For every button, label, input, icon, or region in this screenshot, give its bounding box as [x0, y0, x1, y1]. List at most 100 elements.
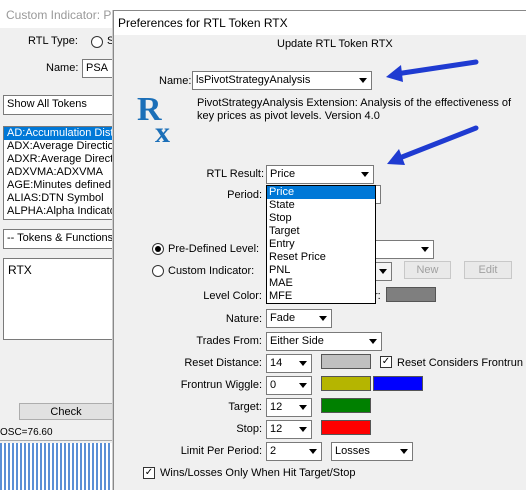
stop-color-swatch[interactable]	[321, 420, 371, 435]
chevron-down-icon	[305, 443, 321, 460]
rx-logo-x: x	[155, 116, 170, 149]
rtl-result-value: Price	[270, 168, 296, 180]
predefined-level-radio[interactable]	[152, 243, 164, 255]
trades-from-value: Either Side	[270, 335, 324, 347]
limit-type-select[interactable]: Losses	[331, 442, 413, 461]
list-item[interactable]: ADXVMA:ADXVMA	[4, 166, 112, 179]
target-value: 12	[270, 401, 283, 413]
level-color-label: Level Color:	[203, 290, 262, 302]
chevron-down-icon	[355, 72, 371, 89]
dialog-title: Preferences for RTL Token RTX	[114, 11, 526, 35]
reset-considers-label: Reset Considers Frontrun	[397, 357, 523, 369]
target-label: Target:	[228, 401, 262, 413]
dropdown-option[interactable]: Target	[267, 225, 375, 238]
reset-distance-color-swatch[interactable]	[321, 354, 371, 369]
chevron-down-icon	[375, 263, 391, 280]
chevron-down-icon	[295, 355, 311, 372]
frontrun-color-swatch-2[interactable]	[373, 376, 423, 391]
dropdown-option[interactable]: MFE	[267, 290, 375, 303]
name-label: Name:	[159, 75, 192, 87]
background-name-label: Name:	[46, 62, 79, 74]
edit-button[interactable]: Edit	[464, 261, 512, 279]
background-name-input[interactable]: PSA	[82, 59, 113, 78]
expression-text: RTX	[8, 263, 32, 277]
wins-losses-checkbox[interactable]: ✓	[143, 467, 155, 479]
tokens-functions-value: -- Tokens & Functions	[7, 232, 113, 244]
arrow-pointer-icon	[386, 59, 479, 82]
expression-editor[interactable]: RTX	[3, 258, 113, 340]
rtl-type-label: RTL Type:	[28, 35, 78, 47]
dropdown-option[interactable]: Entry	[267, 238, 375, 251]
frontrun-wiggle-value: 0	[270, 379, 277, 391]
list-item[interactable]: ALIAS:DTN Symbol	[4, 192, 112, 205]
rx-logo: R x	[136, 90, 184, 150]
dialog-header: Update RTL Token RTX	[277, 38, 393, 50]
nature-value: Fade	[270, 312, 296, 324]
list-item[interactable]: AGE:Minutes defined	[4, 179, 112, 192]
dropdown-option[interactable]: Stop	[267, 212, 375, 225]
list-item[interactable]: ALPHA:Alpha Indicator	[4, 205, 112, 218]
dropdown-option[interactable]: MAE	[267, 277, 375, 290]
chevron-down-icon	[295, 377, 311, 394]
list-item[interactable]: AD:Accumulation Distr	[4, 127, 112, 140]
rtl-result-dropdown[interactable]: Price State Stop Target Entry Reset Pric…	[266, 185, 376, 304]
wins-losses-label: Wins/Losses Only When Hit Target/Stop	[160, 467, 356, 479]
predefined-level-label: Pre-Defined Level:	[168, 243, 260, 255]
limit-per-period-label: Limit Per Period:	[180, 445, 262, 457]
custom-indicator-label: Custom Indicator:	[168, 265, 255, 277]
rtl-result-label: RTL Result:	[206, 168, 264, 180]
limit-per-period-value: 2	[270, 445, 277, 457]
limit-per-period-select[interactable]: 2	[266, 442, 322, 461]
chevron-down-icon	[396, 443, 412, 460]
tokens-functions-select[interactable]: -- Tokens & Functions	[3, 229, 113, 249]
chevron-down-icon	[315, 310, 331, 327]
rtl-result-select[interactable]: Price	[266, 165, 374, 184]
reset-considers-checkbox[interactable]: ✓	[380, 356, 392, 368]
chevron-down-icon	[295, 399, 311, 416]
name-select[interactable]: lsPivotStrategyAnalysis	[192, 71, 372, 90]
list-item[interactable]: ADX:Average Direction	[4, 140, 112, 153]
extension-description: PivotStrategyAnalysis Extension: Analysi…	[197, 97, 512, 122]
new-button[interactable]: New	[404, 261, 451, 279]
target-select[interactable]: 12	[266, 398, 312, 417]
chevron-down-icon	[357, 166, 373, 183]
chevron-down-icon	[295, 421, 311, 438]
dropdown-option[interactable]: Reset Price	[267, 251, 375, 264]
chart-strip	[0, 443, 113, 490]
divider	[0, 440, 113, 441]
frontrun-wiggle-label: Frontrun Wiggle:	[180, 379, 262, 391]
status-value: OSC=76.60	[0, 427, 53, 438]
reset-distance-select[interactable]: 14	[266, 354, 312, 373]
nature-select[interactable]: Fade	[266, 309, 332, 328]
trades-from-label: Trades From:	[196, 335, 262, 347]
frontrun-wiggle-select[interactable]: 0	[266, 376, 312, 395]
nature-label: Nature:	[225, 313, 262, 325]
level-color-swatch[interactable]	[386, 287, 436, 302]
check-button[interactable]: Check	[19, 403, 113, 420]
period-label: Period:	[227, 189, 262, 201]
arrow-pointer-icon	[387, 125, 479, 165]
frontrun-color-swatch-1[interactable]	[321, 376, 371, 391]
dropdown-option[interactable]: Price	[267, 186, 375, 199]
token-filter-select[interactable]: Show All Tokens	[3, 95, 113, 115]
chevron-down-icon	[365, 333, 381, 350]
token-list[interactable]: AD:Accumulation Distr ADX:Average Direct…	[3, 126, 113, 220]
custom-indicator-radio[interactable]	[152, 265, 164, 277]
list-item[interactable]: ADXR:Average Directio	[4, 153, 112, 166]
trades-from-select[interactable]: Either Side	[266, 332, 382, 351]
token-filter-value: Show All Tokens	[7, 98, 87, 110]
preferences-dialog: Preferences for RTL Token RTX Update RTL…	[113, 10, 526, 490]
reset-distance-value: 14	[270, 357, 283, 369]
dropdown-option[interactable]: PNL	[267, 264, 375, 277]
target-color-swatch[interactable]	[321, 398, 371, 413]
reset-distance-label: Reset Distance:	[184, 357, 262, 369]
rtl-type-radio[interactable]	[91, 36, 103, 48]
limit-type-value: Losses	[335, 445, 370, 457]
name-value: lsPivotStrategyAnalysis	[196, 74, 311, 86]
rx-logo-icon: R x	[137, 91, 170, 149]
dropdown-option[interactable]: State	[267, 199, 375, 212]
chevron-down-icon	[417, 241, 433, 258]
stop-label: Stop:	[236, 423, 262, 435]
stop-value: 12	[270, 423, 283, 435]
stop-select[interactable]: 12	[266, 420, 312, 439]
